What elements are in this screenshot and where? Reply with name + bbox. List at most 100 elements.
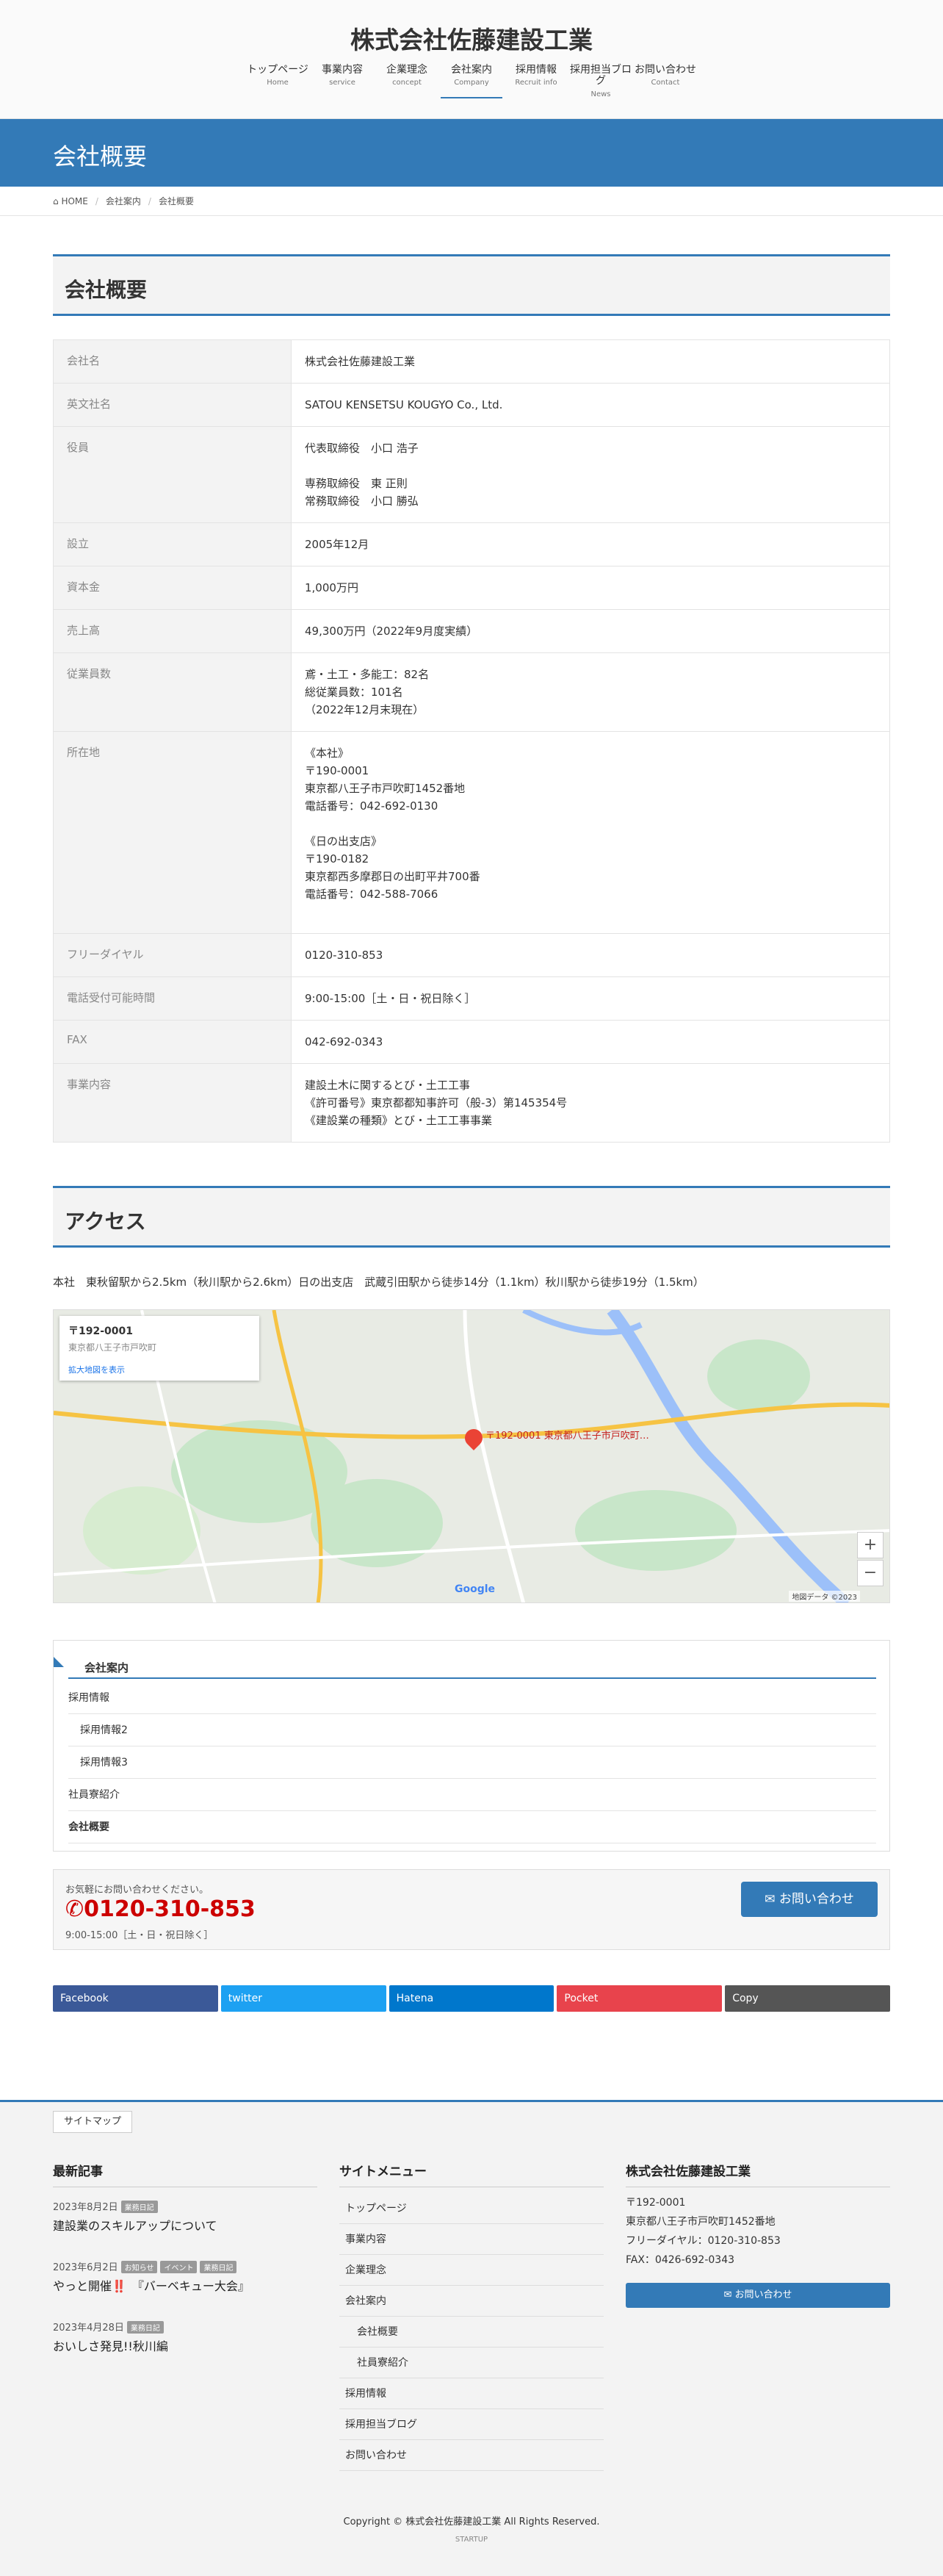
- contact-button[interactable]: ✉ お問い合わせ: [741, 1882, 878, 1917]
- share-pocket-button[interactable]: Pocket: [557, 1985, 723, 2012]
- share-buttons: Facebook twitter Hatena Pocket Copy: [53, 1985, 890, 2012]
- row-value: 9:00-15:00［土・日・祝日除く］: [291, 976, 890, 1021]
- row-value: 042-692-0343: [291, 1020, 890, 1064]
- footer-contact-button[interactable]: ✉ お問い合わせ: [626, 2283, 890, 2308]
- share-copy-button[interactable]: Copy: [725, 1985, 890, 2012]
- cta-message: お気軽にお問い合わせください。: [65, 1885, 209, 1896]
- company-title: 株式会社佐藤建設工業: [626, 2161, 890, 2187]
- sub-menu-item[interactable]: 社員寮紹介: [68, 1779, 876, 1811]
- footer-nav-item[interactable]: 採用情報: [339, 2378, 604, 2409]
- nav-home[interactable]: トップページ Home: [247, 64, 308, 98]
- contact-cta: お気軽にお問い合わせください。 ✆0120-310-853 9:00-15:00…: [53, 1869, 890, 1950]
- google-map[interactable]: 〒192-0001 東京都八王子市戸吹町 拡大地図を表示 〒192-0001 東…: [53, 1309, 890, 1603]
- table-row: 事業内容 建設土木に関するとび・土工工事 《許可番号》東京都都知事許可（般-3）第…: [53, 1063, 890, 1143]
- zoom-in-button[interactable]: +: [857, 1532, 884, 1558]
- access-section-title: アクセス: [53, 1186, 890, 1248]
- row-label: 設立: [53, 522, 292, 566]
- sitemap-tab[interactable]: サイトマップ: [53, 2111, 133, 2133]
- row-label: 電話受付可能時間: [53, 976, 292, 1021]
- row-value: 鳶・土工・多能工：82名 総従業員数：101名 （2022年12月末現在）: [291, 652, 890, 732]
- sub-menu-title[interactable]: 会社案内: [68, 1652, 876, 1679]
- company-info-table: 会社名 株式会社佐藤建設工業 英文社名 SATOU KENSETSU KOUGYO C…: [53, 339, 890, 1143]
- recent-post[interactable]: 2023年8月2日 業務日記 建設業のスキルアップについて: [53, 2199, 317, 2234]
- row-value: 代表取締役 小口 浩子 専務取締役 東 正則 常務取締役 小口 勝弘: [291, 426, 890, 523]
- nav-recruit[interactable]: 採用情報 Recruit info: [505, 64, 567, 98]
- recent-post[interactable]: 2023年6月2日 お知らせ イベント 業務日記 やっと開催‼️ 『バーベキュー大会』: [53, 2259, 317, 2294]
- row-value: 建設土木に関するとび・土工工事 《許可番号》東京都都知事許可（般-3）第1453…: [291, 1063, 890, 1143]
- footer-nav: トップページ 事業内容 企業理念 会社案内 会社概要 社員寮紹介 採用情報 採用…: [339, 2193, 604, 2471]
- nav-blog[interactable]: 採用担当ブログ News: [570, 64, 632, 98]
- table-row: 英文社名 SATOU KENSETSU KOUGYO Co., Ltd.: [53, 383, 890, 427]
- share-facebook-button[interactable]: Facebook: [53, 1985, 218, 2012]
- breadcrumb-home[interactable]: ⌂ HOME: [53, 196, 88, 206]
- zoom-out-button[interactable]: −: [857, 1560, 884, 1586]
- breadcrumb-parent[interactable]: 会社案内: [106, 195, 141, 207]
- row-value: 2005年12月: [291, 522, 890, 566]
- row-value: 《本社》 〒190-0001 東京都八王子市戸吹町1452番地 電話番号：042…: [291, 731, 890, 934]
- row-label: FAX: [53, 1020, 292, 1064]
- row-value: 株式会社佐藤建設工業: [291, 339, 890, 384]
- sub-menu-item-current[interactable]: 会社概要: [68, 1811, 876, 1843]
- site-title[interactable]: 株式会社佐藤建設工業: [0, 21, 943, 56]
- row-label: フリーダイヤル: [53, 933, 292, 977]
- table-row: 所在地 《本社》 〒190-0001 東京都八王子市戸吹町1452番地 電話番号：…: [53, 731, 890, 934]
- sub-menu-item[interactable]: 採用情報2: [68, 1714, 876, 1746]
- recent-posts-title: 最新記事: [53, 2161, 317, 2187]
- google-logo: Google: [455, 1583, 496, 1595]
- access-directions: 本社 東秋留駅から2.5km（秋川駅から2.6km）日の出支店 武蔵引田駅から徒…: [53, 1276, 704, 1289]
- table-row: 売上高 49,300万円（2022年9月度実績）: [53, 609, 890, 653]
- nav-contact[interactable]: お問い合わせ Contact: [635, 64, 696, 98]
- map-copyright: 地図データ ©2023: [789, 1591, 860, 1602]
- nav-company[interactable]: 会社案内 Company: [441, 64, 502, 98]
- company-contact-info: 〒192-0001 東京都八王子市戸吹町1452番地 フリーダイヤル：0120-…: [626, 2197, 781, 2266]
- footer-nav-item[interactable]: 会社概要: [339, 2317, 604, 2347]
- triangle-icon: [54, 1657, 64, 1667]
- map-larger-link[interactable]: 拡大地図を表示: [68, 1364, 250, 1375]
- table-row: FAX 042-692-0343: [53, 1020, 890, 1064]
- cta-phone[interactable]: ✆0120-310-853: [65, 1896, 256, 1922]
- sub-menu-item[interactable]: 採用情報3: [68, 1746, 876, 1779]
- sub-menu-item[interactable]: 採用情報: [68, 1682, 876, 1714]
- nav-concept[interactable]: 企業理念 concept: [376, 64, 438, 98]
- row-value: 0120-310-853: [291, 933, 890, 977]
- table-row: 会社名 株式会社佐藤建設工業: [53, 339, 890, 384]
- sub-page-menu: 会社案内 採用情報 採用情報2 採用情報3 社員寮紹介 会社概要: [53, 1640, 890, 1852]
- global-nav: トップページ Home 事業内容 service 企業理念 concept 会社案内 C…: [0, 64, 943, 98]
- row-label: 売上高: [53, 609, 292, 653]
- site-header: 株式会社佐藤建設工業 トップページ Home 事業内容 service 企業理念 co…: [0, 0, 943, 119]
- footer-nav-item[interactable]: 事業内容: [339, 2224, 604, 2255]
- footer-nav-item[interactable]: 社員寮紹介: [339, 2347, 604, 2378]
- table-row: 役員 代表取締役 小口 浩子 専務取締役 東 正則 常務取締役 小口 勝弘: [53, 426, 890, 523]
- footer-nav-item[interactable]: 採用担当ブログ: [339, 2409, 604, 2440]
- footer-nav-item[interactable]: お問い合わせ: [339, 2440, 604, 2471]
- row-label: 役員: [53, 426, 292, 523]
- page-title: 会社概要: [53, 143, 148, 170]
- table-row: 従業員数 鳶・土工・多能工：82名 総従業員数：101名 （2022年12月末現在…: [53, 652, 890, 732]
- nav-service[interactable]: 事業内容 service: [311, 64, 373, 98]
- row-label: 資本金: [53, 566, 292, 610]
- map-info-card: 〒192-0001 東京都八王子市戸吹町 拡大地図を表示: [59, 1316, 259, 1381]
- map-pin-label: 〒192-0001 東京都八王子市戸吹町…: [485, 1431, 649, 1442]
- breadcrumb-current: 会社概要: [158, 196, 194, 206]
- powered-by[interactable]: STARTUP: [0, 2536, 943, 2544]
- copyright: Copyright © 株式会社佐藤建設工業 All Rights Reserv…: [343, 2516, 600, 2528]
- breadcrumb-separator: /: [95, 195, 98, 206]
- recent-post[interactable]: 2023年4月28日 業務日記 おいしさ発見!!秋川編: [53, 2320, 317, 2354]
- row-value: 49,300万円（2022年9月度実績）: [291, 609, 890, 653]
- home-icon: ⌂: [53, 195, 62, 206]
- share-hatena-button[interactable]: Hatena: [389, 1985, 554, 2012]
- footer-nav-item[interactable]: 会社案内: [339, 2286, 604, 2317]
- mail-icon: ✉: [723, 2289, 735, 2300]
- share-twitter-button[interactable]: twitter: [220, 1985, 386, 2012]
- main-content: 会社概要 会社名 株式会社佐藤建設工業 英文社名 SATOU KENSETSU KOU…: [0, 216, 943, 2100]
- table-row: 電話受付可能時間 9:00-15:00［土・日・祝日除く］: [53, 976, 890, 1021]
- footer-nav-item[interactable]: トップページ: [339, 2193, 604, 2224]
- phone-icon: ✆: [65, 1896, 84, 1922]
- table-row: フリーダイヤル 0120-310-853: [53, 933, 890, 977]
- footer-nav-item[interactable]: 企業理念: [339, 2255, 604, 2286]
- breadcrumb: ⌂ HOME / 会社案内 / 会社概要: [0, 187, 943, 216]
- page-header: 会社概要: [0, 119, 943, 187]
- map-card-address: 東京都八王子市戸吹町: [68, 1342, 157, 1353]
- row-label: 会社名: [53, 339, 292, 384]
- site-footer: サイトマップ 最新記事 2023年8月2日 業務日記 建設業のスキルアップについて…: [0, 2100, 943, 2576]
